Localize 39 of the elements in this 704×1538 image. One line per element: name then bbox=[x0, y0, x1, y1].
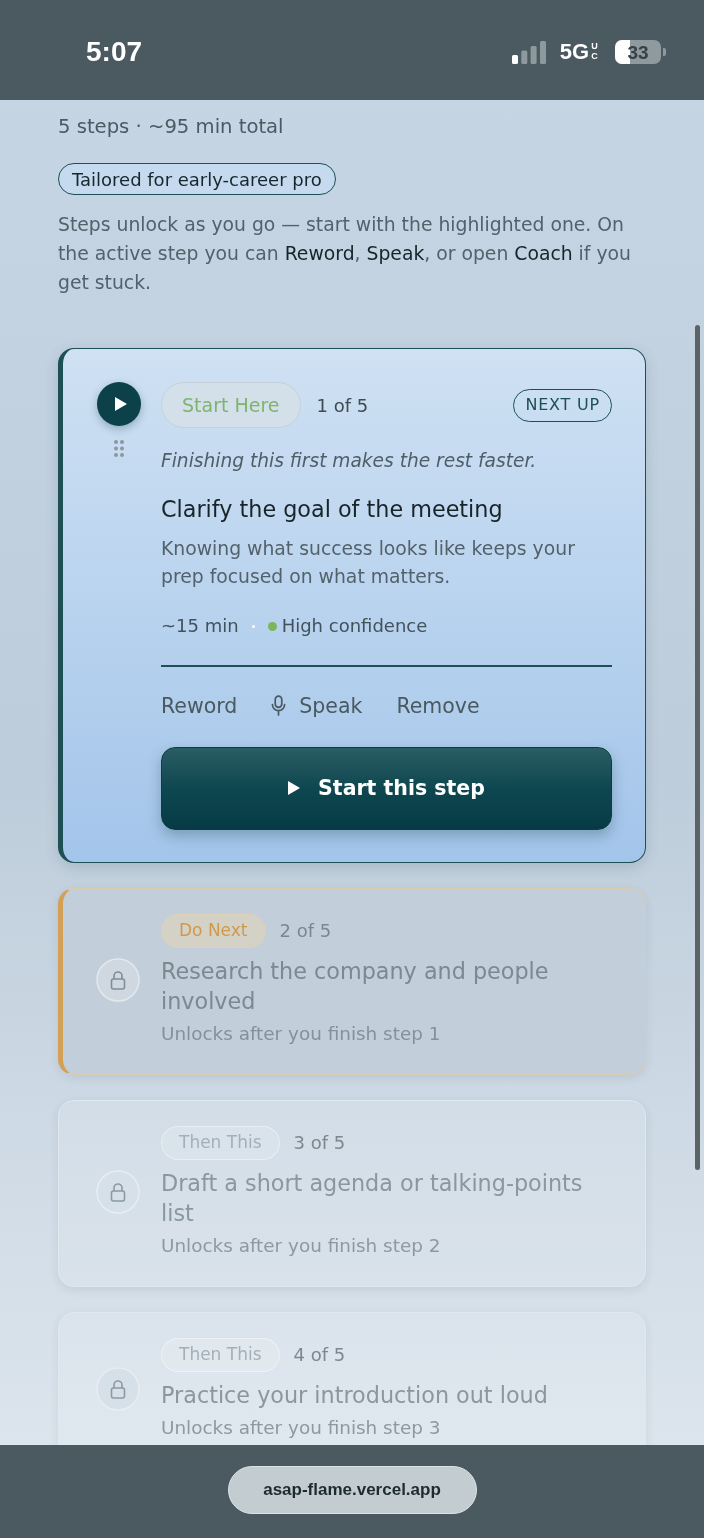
step-position: 3 of 5 bbox=[293, 1131, 346, 1155]
microphone-icon bbox=[271, 695, 287, 716]
lock-icon bbox=[96, 1367, 140, 1411]
step-title: Practice your introduction out loud bbox=[161, 1380, 549, 1410]
action-button[interactable]: Speak bbox=[271, 691, 363, 720]
step-title: Research the company and people involved bbox=[161, 956, 550, 1016]
network-label: 5G bbox=[559, 41, 589, 63]
step-tag: Do Next bbox=[161, 913, 266, 948]
step-title: Draft a short agenda or talking-points list bbox=[161, 1168, 584, 1228]
step-tag: Start Here bbox=[161, 382, 301, 428]
start-step-button[interactable]: Start this step bbox=[161, 746, 612, 830]
action-button[interactable]: Remove bbox=[396, 691, 480, 720]
tailored-badge: Tailored for early-career pro bbox=[58, 163, 336, 195]
step-description: Knowing what success looks like keeps your prep focused on what matters. bbox=[161, 537, 576, 589]
step-hint: Finishing this first makes the rest faster. bbox=[161, 449, 538, 473]
unlock-note: Unlocks after you finish step 2 bbox=[161, 1233, 442, 1258]
plan-summary: 5 steps · ~95 min total bbox=[58, 114, 285, 140]
address-bar[interactable]: asap-flame.vercel.app bbox=[227, 1466, 477, 1514]
play-button[interactable] bbox=[97, 382, 141, 426]
signal-icon bbox=[511, 40, 546, 64]
intro-paragraph: Steps unlock as you go — start with the highlighted one. On the active step you can Reword, Speak, or open Coach if you get stuck. bbox=[58, 213, 632, 295]
clock-time: 5:07 bbox=[86, 38, 143, 66]
step-position: 2 of 5 bbox=[279, 919, 332, 943]
play-icon bbox=[114, 397, 127, 411]
lock-icon bbox=[96, 958, 140, 1002]
step-duration: ~15 min bbox=[161, 614, 239, 638]
unlock-note: Unlocks after you finish step 1 bbox=[161, 1021, 442, 1046]
lock-icon bbox=[96, 1170, 140, 1214]
step-position: 4 of 5 bbox=[293, 1343, 346, 1367]
unlock-note: Unlocks after you finish step 3 bbox=[161, 1415, 442, 1440]
confidence-label: High confidence bbox=[281, 614, 428, 638]
scrollbar-thumb[interactable] bbox=[695, 325, 700, 1170]
network-suffix: UC bbox=[590, 42, 599, 62]
step-tag: Then This bbox=[161, 1337, 280, 1372]
step-position: 1 of 5 bbox=[316, 393, 369, 418]
play-icon bbox=[288, 781, 301, 795]
action-button[interactable]: Reword bbox=[161, 691, 238, 720]
step-title: Clarify the goal of the meeting bbox=[161, 495, 504, 524]
drag-handle-icon[interactable] bbox=[114, 440, 124, 457]
